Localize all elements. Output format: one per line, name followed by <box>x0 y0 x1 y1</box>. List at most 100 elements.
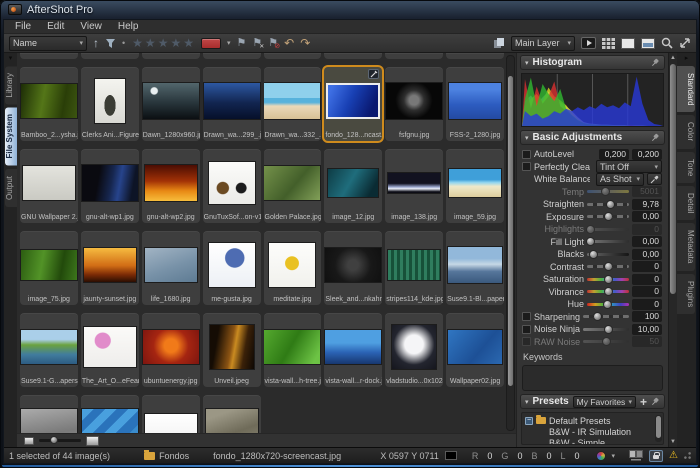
slider-knob[interactable] <box>589 250 598 259</box>
resize-grip[interactable] <box>684 452 691 459</box>
value-box[interactable]: 0 <box>632 286 662 297</box>
slideshow-icon[interactable] <box>581 37 596 49</box>
current-folder-group[interactable]: Fondos <box>144 451 189 461</box>
pin-icon[interactable] <box>651 397 660 406</box>
thumbnail-cell-clipped[interactable] <box>81 53 139 59</box>
tab-metadata[interactable]: Metadata <box>677 223 695 270</box>
scrollbar-thumb[interactable] <box>656 416 661 438</box>
slider-knob[interactable] <box>604 262 613 271</box>
collapse-right-panel-icon[interactable]: ▸ <box>677 55 696 63</box>
scrollbar-thumb[interactable] <box>670 64 676 294</box>
thumbnail-cell[interactable]: Sleek_and...nkahn.jpg <box>324 231 382 305</box>
keywords-input[interactable] <box>522 365 663 391</box>
thumbnail-grid-view-icon[interactable] <box>602 38 615 49</box>
checkbox[interactable] <box>522 150 531 159</box>
tab-detail[interactable]: Detail <box>677 186 695 220</box>
thumbnail-size-slider[interactable] <box>39 439 81 442</box>
value-box[interactable]: 0,200 <box>599 149 629 160</box>
slider-knob[interactable] <box>586 225 595 234</box>
panel-scrollbar[interactable]: ▲ ▼ <box>668 53 677 447</box>
slider-knob[interactable] <box>603 300 612 309</box>
flag-pick-icon[interactable]: ⚑✕ <box>252 38 262 49</box>
thumbnail-cell[interactable]: Bamboo_2...ysha.jpg <box>20 67 78 141</box>
white-balance-dropdown[interactable]: As Shot▾ <box>596 173 644 186</box>
thumbnail-cell[interactable]: Suse9.1-G...apers.jpg <box>20 313 78 387</box>
collapse-triangle-icon[interactable]: ▾ <box>525 398 529 406</box>
sort-dropdown[interactable]: Name ▾ <box>9 36 87 51</box>
thumbnail-cell[interactable] <box>142 395 200 433</box>
collapse-triangle-icon[interactable]: ▾ <box>525 59 529 67</box>
lock-icon[interactable] <box>649 450 663 462</box>
thumbnail-cell-clipped[interactable] <box>203 53 261 59</box>
single-image-view-icon[interactable] <box>621 38 635 49</box>
slider-knob[interactable] <box>601 187 610 196</box>
rating-none-icon[interactable]: • <box>122 38 125 48</box>
thumbnail-cell[interactable]: Wallpaper02.jpg <box>446 313 504 387</box>
slider-sharpening[interactable] <box>583 315 629 318</box>
basic-adjustments-header[interactable]: ▾ Basic Adjustments <box>520 130 665 145</box>
thumbnail-cell-clipped[interactable] <box>264 53 322 59</box>
slider-knob[interactable] <box>586 237 595 246</box>
sort-ascending-icon[interactable]: ↑ <box>93 36 99 50</box>
thumbnail-cell-clipped[interactable] <box>324 53 382 59</box>
rotate-left-icon[interactable]: ↶ <box>284 37 294 49</box>
value-box[interactable]: 0 <box>632 274 662 285</box>
thumbnail-cell[interactable]: Drawn_wa...332_.jpg <box>264 67 322 141</box>
value-box[interactable]: 10,00 <box>632 324 662 335</box>
label-color-swatch[interactable] <box>201 38 221 49</box>
value-box[interactable]: 0 <box>632 261 662 272</box>
thumbnail-cell[interactable]: image_12.jpg <box>324 149 382 223</box>
value-box[interactable]: 100 <box>632 311 662 322</box>
scroll-up-icon[interactable]: ▲ <box>670 54 676 62</box>
tab-plugins[interactable]: Plugins <box>677 274 695 314</box>
value-box[interactable]: 0,00 <box>632 211 662 222</box>
thumbnail-cell-clipped[interactable] <box>446 53 504 59</box>
pin-icon[interactable] <box>651 58 660 67</box>
slider-exposure[interactable] <box>587 215 629 218</box>
value-box[interactable]: 0,00 <box>632 236 662 247</box>
color-management-icon[interactable] <box>596 451 606 461</box>
slider-knob[interactable] <box>604 275 613 284</box>
slider-hue[interactable] <box>587 303 629 306</box>
value-box[interactable]: 0,00 <box>632 249 662 260</box>
thumbnail-cell[interactable]: gnu-alt-wp2.jpg <box>142 149 200 223</box>
star-icon[interactable]: ★ <box>183 37 194 49</box>
value-box[interactable]: 5001 <box>632 186 662 197</box>
menu-view[interactable]: View <box>73 21 109 32</box>
thumbnail-cell[interactable] <box>81 395 139 433</box>
slider-noise-ninja[interactable] <box>583 328 629 331</box>
favorites-dropdown[interactable]: My Favorites ▾ <box>573 396 636 408</box>
tab-output[interactable]: Output <box>5 169 17 207</box>
slider-saturation[interactable] <box>587 278 629 281</box>
preset-item[interactable]: B&W - IR Simulation <box>525 426 663 437</box>
slider-knob[interactable] <box>604 212 613 221</box>
slider-knob[interactable] <box>606 200 615 209</box>
slider-knob[interactable] <box>593 312 602 321</box>
layer-dropdown[interactable]: Main Layer ▾ <box>511 36 575 51</box>
slider-fill-light[interactable] <box>587 240 629 243</box>
preset-folder[interactable]: −Default Presets <box>525 415 663 426</box>
star-icon[interactable]: ★ <box>158 37 169 49</box>
thumbnail-cell[interactable]: FSS-2_1280.jpg <box>446 67 504 141</box>
thumbnail-cell[interactable]: Unveil.jpeg <box>203 313 261 387</box>
tab-color[interactable]: Color <box>677 115 695 148</box>
checkbox[interactable] <box>522 162 531 171</box>
presets-scrollbar[interactable] <box>655 415 662 442</box>
star-icon[interactable]: ★ <box>170 37 181 49</box>
slider-blacks[interactable] <box>587 253 629 256</box>
thumbnail-cell[interactable]: The_Art_O...eFear.jpg <box>81 313 139 387</box>
checkbox[interactable] <box>522 337 531 346</box>
value-box[interactable]: 0 <box>632 299 662 310</box>
thumbnail-cell[interactable]: Clerks Ani...Figure.jpg <box>81 67 139 141</box>
collapse-triangle-icon[interactable]: ▾ <box>525 134 529 142</box>
slider-raw-noise[interactable] <box>583 340 629 343</box>
thumbnail-cell[interactable]: life_1680.jpg <box>142 231 200 305</box>
menu-file[interactable]: File <box>8 21 38 32</box>
filter-icon[interactable] <box>105 38 116 49</box>
star-icon[interactable]: ★ <box>145 37 156 49</box>
layers-icon[interactable] <box>493 37 505 49</box>
titlebar[interactable]: AfterShot Pro <box>3 0 697 19</box>
menu-help[interactable]: Help <box>111 21 146 32</box>
thumbnail-cell[interactable]: me-gusta.jpg <box>203 231 261 305</box>
thumbnail-cell[interactable]: meditate.jpg <box>264 231 322 305</box>
